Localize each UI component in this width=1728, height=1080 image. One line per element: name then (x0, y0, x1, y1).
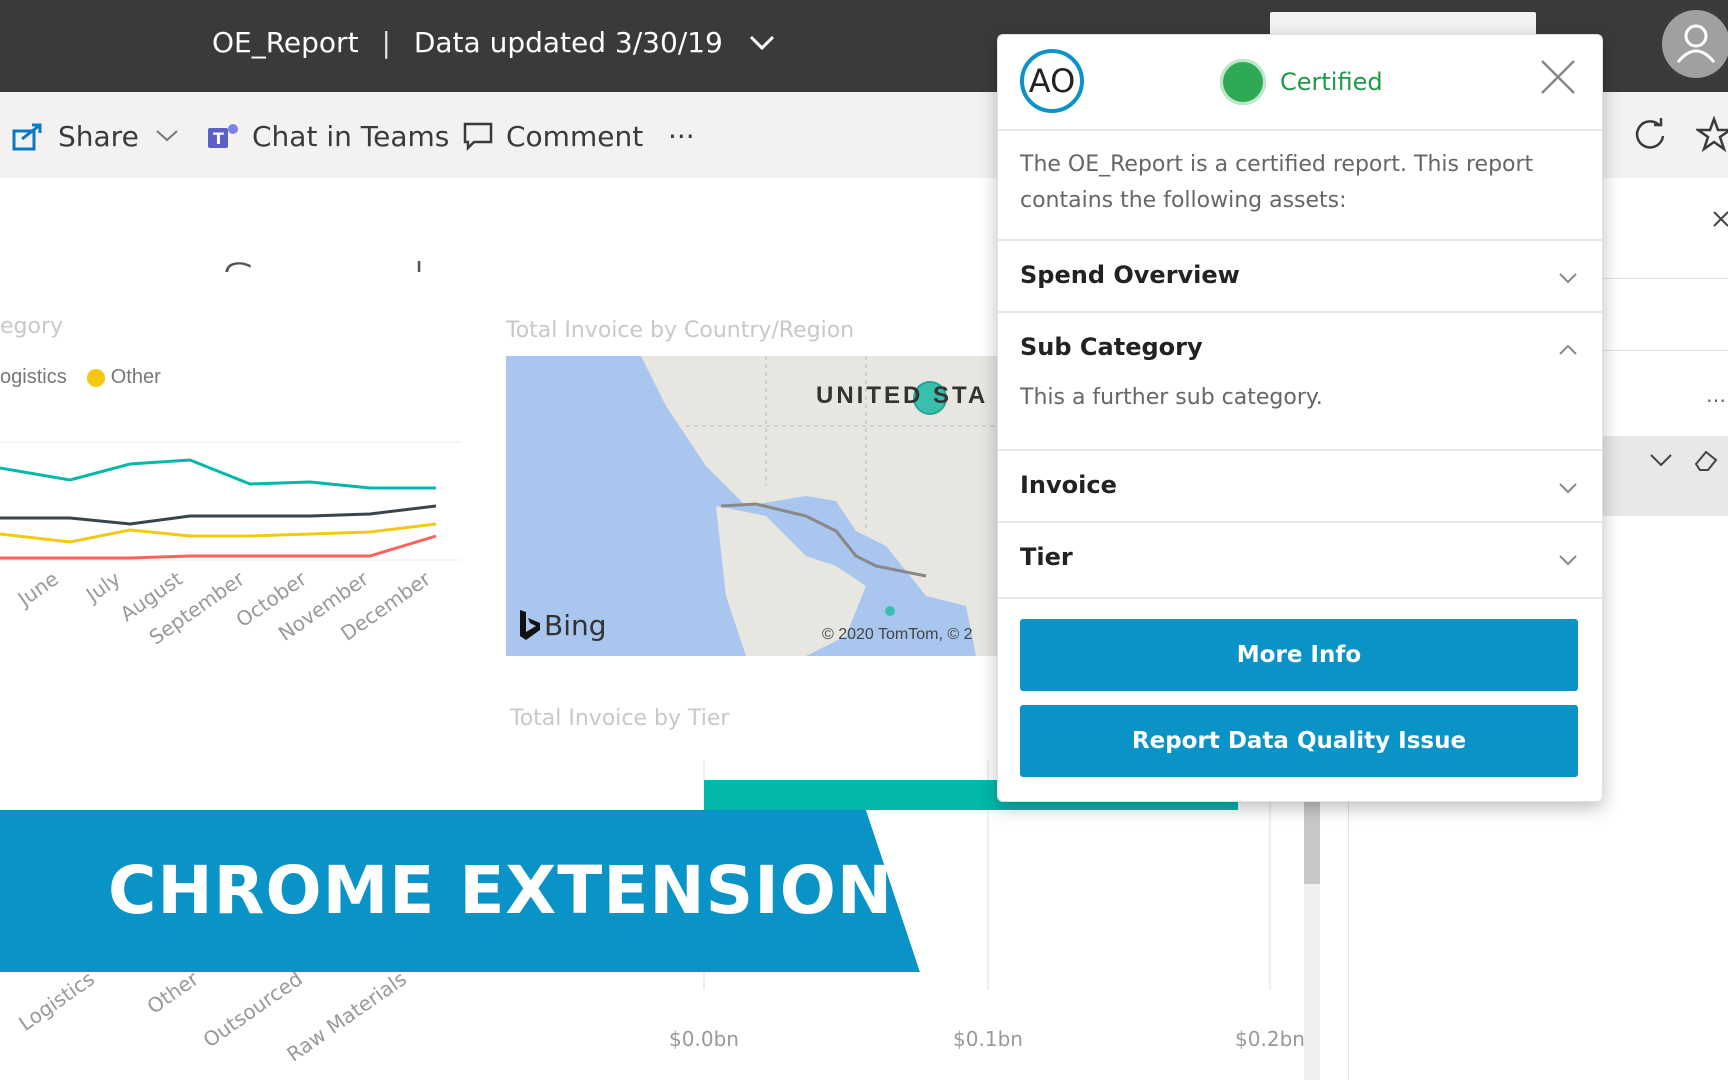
filter-card[interactable] (1600, 436, 1728, 516)
axis-tick-label: June (12, 566, 63, 612)
yellow-series-line (0, 522, 437, 544)
favorite-button[interactable] (1696, 114, 1728, 154)
map-country-label: UNITED STA (816, 382, 989, 409)
chevron-down-icon (1559, 483, 1577, 494)
certification-popup: AO Certified The OE_Report is a certifie… (997, 34, 1603, 802)
map-copyright: © 2020 TomTom, © 2 (822, 626, 973, 643)
refresh-button[interactable] (1632, 114, 1680, 154)
popup-header: AO Certified (998, 35, 1602, 131)
red-series-line (0, 534, 437, 560)
section-title: Invoice (1020, 471, 1117, 499)
map-visual[interactable]: UNITED STA Bing © 2020 TomTom, © 2 (506, 356, 1000, 656)
extension-logo: AO (1020, 49, 1084, 113)
chrome-extension-banner: CHROME EXTENSION (0, 810, 920, 972)
pane-more-icon[interactable]: ⋯ (1706, 388, 1726, 413)
bing-logo: Bing (516, 608, 607, 642)
certified-seal-icon (1220, 59, 1266, 105)
chevron-down-icon (1559, 555, 1577, 566)
legend-item-other: Other (110, 366, 161, 388)
legend-dot-other (86, 368, 105, 387)
section-title: Sub Category (1020, 333, 1203, 361)
star-icon (1696, 116, 1728, 152)
report-data-quality-issue-button[interactable]: Report Data Quality Issue (1020, 705, 1578, 777)
chart-scrollbar-thumb[interactable] (1304, 802, 1320, 884)
section-title: Tier (1020, 543, 1073, 571)
chevron-down-icon[interactable] (748, 26, 776, 59)
chat-in-teams-label: Chat in Teams (252, 119, 450, 153)
share-icon (12, 123, 42, 151)
certified-label: Certified (1280, 68, 1383, 96)
tier-chart-title: Total Invoice by Tier (510, 706, 730, 731)
axis-tick-label: Logistics (14, 966, 99, 1035)
line-chart: June JulyAugustSeptemberOctoberNovemberDe… (0, 441, 460, 650)
section-tier[interactable]: Tier (998, 521, 1602, 599)
data-updated-label: Data updated 3/30/19 (413, 26, 723, 59)
share-button[interactable]: Share (12, 116, 191, 156)
page-title: Spend Overview (220, 240, 740, 272)
popup-intro-text: The OE_Report is a certified report. Thi… (1020, 152, 1534, 213)
chat-in-teams-button[interactable]: T Chat in Teams (206, 116, 449, 156)
report-name: OE_Report (212, 26, 359, 59)
close-icon[interactable] (1538, 57, 1578, 97)
chevron-down-icon[interactable] (1648, 452, 1674, 470)
more-options-button[interactable]: ··· (668, 116, 695, 156)
section-title: Spend Overview (1020, 261, 1240, 289)
tier-axis-tick: $0.1bn (953, 1027, 1023, 1051)
category-axis: Logistics OtherOutsourcedRaw Materials (14, 966, 411, 1066)
chevron-down-icon (156, 130, 178, 142)
pane-divider-line (1600, 350, 1728, 351)
filter-pane: ⋯ (1600, 178, 1728, 1080)
x-axis-labels: June JulyAugustSeptemberOctoberNovemberDe… (12, 566, 436, 650)
legend-item-logistics: ogistics (0, 366, 67, 388)
tier-axis-tick: $0.2bn (1235, 1027, 1305, 1051)
close-icon[interactable] (1710, 208, 1728, 238)
user-avatar[interactable] (1662, 10, 1728, 78)
section-invoice[interactable]: Invoice (998, 449, 1602, 523)
teal-series-line (0, 458, 436, 490)
person-icon (1676, 24, 1716, 63)
title-separator: | (381, 26, 391, 59)
comment-icon (463, 122, 493, 151)
axis-tick-label: July (80, 566, 125, 608)
bing-label: Bing (544, 608, 607, 642)
section-spend-overview[interactable]: Spend Overview (998, 239, 1602, 313)
tier-axis-labels: $0.0bn $0.1bn $0.2bn (669, 1027, 1305, 1051)
tier-axis-tick: $0.0bn (669, 1027, 739, 1051)
report-title[interactable]: OE_Report | Data updated 3/30/19 (212, 26, 776, 59)
refresh-icon (1635, 118, 1665, 149)
teams-icon: T (208, 124, 238, 148)
comment-label: Comment (506, 119, 644, 153)
pane-divider-line (1600, 278, 1728, 279)
certified-badge: Certified (1220, 59, 1383, 105)
ellipsis-icon: ··· (668, 119, 695, 153)
map-title: Total Invoice by Country/Region (506, 318, 855, 343)
more-info-button[interactable]: More Info (1020, 619, 1578, 691)
dark-series-line (0, 504, 437, 526)
line-chart-legend: ogistics Other (0, 366, 161, 389)
chevron-down-icon (1559, 273, 1577, 284)
line-chart-title: egory (0, 314, 64, 339)
section-description: This a further sub category. (1020, 385, 1323, 410)
section-sub-category[interactable]: Sub Category This a further sub category… (998, 311, 1602, 451)
chevron-up-icon (1559, 344, 1577, 355)
banner-text: CHROME EXTENSION (108, 852, 894, 929)
share-label: Share (58, 119, 139, 153)
svg-text:T: T (213, 129, 224, 148)
axis-tick-label: Other (143, 966, 204, 1019)
comment-button[interactable]: Comment (462, 116, 643, 156)
axis-tick-label: Outsourced (199, 966, 307, 1052)
eraser-icon[interactable] (1692, 446, 1720, 474)
bing-icon (520, 610, 540, 640)
